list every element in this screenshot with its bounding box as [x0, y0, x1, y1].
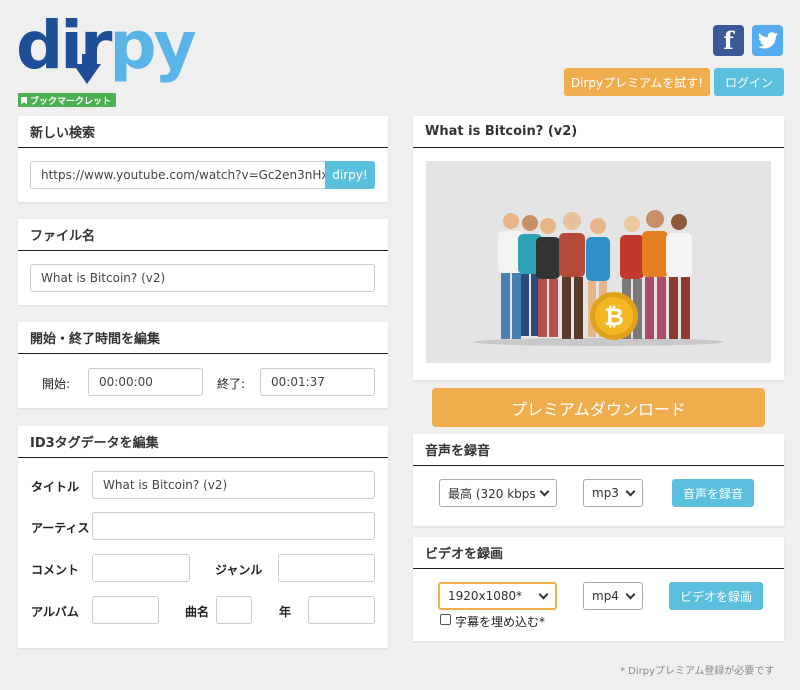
comment-label: コメント [31, 563, 80, 577]
logo-wordmark: dirpy [16, 7, 197, 84]
record-audio-button[interactable]: 音声を録音 [672, 479, 754, 507]
chevron-down-icon [539, 486, 550, 496]
login-button[interactable]: ログイン [714, 68, 784, 96]
twitter-icon[interactable] [752, 25, 783, 56]
bookmark-icon [21, 96, 27, 105]
chevron-down-icon [625, 486, 636, 496]
url-input[interactable]: https://www.youtube.com/watch?v=Gc2en3nH… [30, 161, 326, 189]
video-record-title: ビデオを録画 [413, 537, 784, 569]
people-illustration: ₿ [473, 210, 723, 346]
genre-label: ジャンル [215, 563, 263, 577]
artist-input[interactable] [92, 512, 375, 540]
id3-panel: ID3タグデータを編集 タイトル What is Bitcoin? (v2) ア… [18, 426, 388, 648]
premium-download-button[interactable]: プレミアムダウンロード [432, 388, 765, 427]
new-search-title: 新しい検索 [18, 116, 388, 148]
title-tag-input[interactable]: What is Bitcoin? (v2) [92, 471, 375, 499]
year-input[interactable] [308, 596, 375, 624]
facebook-icon[interactable]: f [713, 25, 744, 56]
start-time-input[interactable]: 00:00:00 [88, 368, 203, 396]
bookmarklet-badge[interactable]: ブックマークレット [18, 93, 117, 107]
title-tag-label: タイトル [31, 480, 80, 494]
video-title: What is Bitcoin? (v2) [413, 116, 784, 148]
end-time-input[interactable]: 00:01:37 [260, 368, 375, 396]
comment-input[interactable] [92, 554, 190, 582]
premium-required-footnote: * Dirpyプレミアム登録が必要です [620, 666, 775, 677]
twitter-bird-icon [757, 32, 778, 49]
album-input[interactable] [92, 596, 159, 624]
audio-quality-select[interactable]: 最高 (320 kbps [439, 479, 557, 507]
track-input[interactable] [216, 596, 252, 624]
chevron-down-icon [538, 589, 549, 599]
embed-subtitles-label: 字幕を埋め込む* [455, 615, 546, 629]
filename-input[interactable]: What is Bitcoin? (v2) [30, 264, 375, 292]
audio-record-title: 音声を録音 [413, 434, 784, 466]
try-premium-button[interactable]: Dirpyプレミアムを試す! [564, 68, 710, 96]
end-label: 終了: [217, 377, 246, 391]
start-label: 開始: [42, 377, 71, 391]
track-label: 曲名 [185, 605, 210, 619]
video-resolution-select[interactable]: 1920x1080* [438, 582, 557, 610]
genre-input[interactable] [278, 554, 375, 582]
dirpy-logo[interactable]: dirpy [16, 7, 197, 94]
album-label: アルバム [31, 605, 79, 619]
audio-format-select[interactable]: mp3 [583, 479, 643, 507]
record-video-button[interactable]: ビデオを録画 [669, 582, 763, 610]
video-thumbnail[interactable]: ₿ [426, 161, 771, 363]
filename-panel: ファイル名 What is Bitcoin? (v2) [18, 219, 388, 305]
dirpy-submit-button[interactable]: dirpy! [325, 161, 375, 189]
chevron-down-icon [625, 589, 636, 599]
audio-record-panel: 音声を録音 最高 (320 kbps mp3 音声を録音 [413, 434, 784, 526]
year-label: 年 [279, 605, 292, 619]
embed-subtitles-checkbox[interactable] [440, 614, 451, 625]
bitcoin-coin-icon: ₿ [604, 303, 624, 331]
artist-label: アーティス [31, 521, 90, 535]
bookmarklet-label: ブックマークレット [30, 97, 112, 107]
new-search-panel: 新しい検索 https://www.youtube.com/watch?v=Gc… [18, 116, 388, 202]
video-format-select[interactable]: mp4 [583, 582, 643, 610]
time-edit-panel: 開始・終了時間を編集 開始: 00:00:00 終了: 00:01:37 [18, 322, 388, 408]
video-preview-panel: What is Bitcoin? (v2) ₿ [413, 116, 784, 380]
time-edit-title: 開始・終了時間を編集 [18, 322, 388, 354]
download-arrow-icon [73, 64, 101, 84]
id3-title: ID3タグデータを編集 [18, 426, 388, 458]
filename-title: ファイル名 [18, 219, 388, 251]
